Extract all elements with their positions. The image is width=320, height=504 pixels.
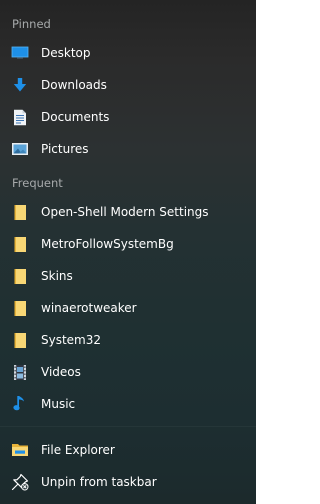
- frequent-item-label: Skins: [41, 269, 73, 283]
- frequent-item-open-shell-modern-settings[interactable]: Open-Shell Modern Settings: [0, 196, 256, 228]
- music-note-icon: [10, 394, 30, 414]
- pictures-icon: [10, 139, 30, 159]
- task-item-label: File Explorer: [41, 443, 115, 457]
- folder-icon: [10, 234, 30, 254]
- folder-icon: [10, 266, 30, 286]
- unpin-icon: [10, 472, 30, 492]
- frequent-item-label: winaerotweaker: [41, 301, 137, 315]
- section-header-frequent: Frequent: [12, 176, 63, 190]
- task-item-label: Unpin from taskbar: [41, 475, 157, 489]
- folder-icon: [10, 298, 30, 318]
- frequent-item-label: Videos: [41, 365, 81, 379]
- frequent-item-label: Open-Shell Modern Settings: [41, 205, 209, 219]
- videos-icon: [10, 362, 30, 382]
- folder-icon: [10, 330, 30, 350]
- tasks-divider: [0, 426, 256, 427]
- task-item-file-explorer[interactable]: File Explorer: [0, 434, 256, 466]
- document-icon: [10, 107, 30, 127]
- frequent-item-label: MetroFollowSystemBg: [41, 237, 174, 251]
- download-arrow-icon: [10, 75, 30, 95]
- pinned-item-label: Desktop: [41, 46, 91, 60]
- frequent-item-videos[interactable]: Videos: [0, 356, 256, 388]
- task-item-unpin-from-taskbar[interactable]: Unpin from taskbar: [0, 466, 256, 498]
- jump-list: Pinned Desktop Downloads Documents Pictu…: [0, 0, 256, 504]
- frequent-item-label: Music: [41, 397, 76, 411]
- desktop-icon: [10, 43, 30, 63]
- folder-icon: [10, 202, 30, 222]
- file-explorer-icon: [10, 440, 30, 460]
- pinned-item-label: Pictures: [41, 142, 89, 156]
- pinned-item-label: Downloads: [41, 78, 107, 92]
- frequent-item-skins[interactable]: Skins: [0, 260, 256, 292]
- frequent-item-metrofollowsystembg[interactable]: MetroFollowSystemBg: [0, 228, 256, 260]
- pinned-item-label: Documents: [41, 110, 110, 124]
- pinned-item-pictures[interactable]: Pictures: [0, 133, 256, 165]
- frequent-item-winaerotweaker[interactable]: winaerotweaker: [0, 292, 256, 324]
- frequent-item-label: System32: [41, 333, 102, 347]
- frequent-item-music[interactable]: Music: [0, 388, 256, 420]
- pinned-item-downloads[interactable]: Downloads: [0, 69, 256, 101]
- section-header-pinned: Pinned: [12, 17, 51, 31]
- pinned-item-desktop[interactable]: Desktop: [0, 37, 256, 69]
- pinned-item-documents[interactable]: Documents: [0, 101, 256, 133]
- frequent-item-system32[interactable]: System32: [0, 324, 256, 356]
